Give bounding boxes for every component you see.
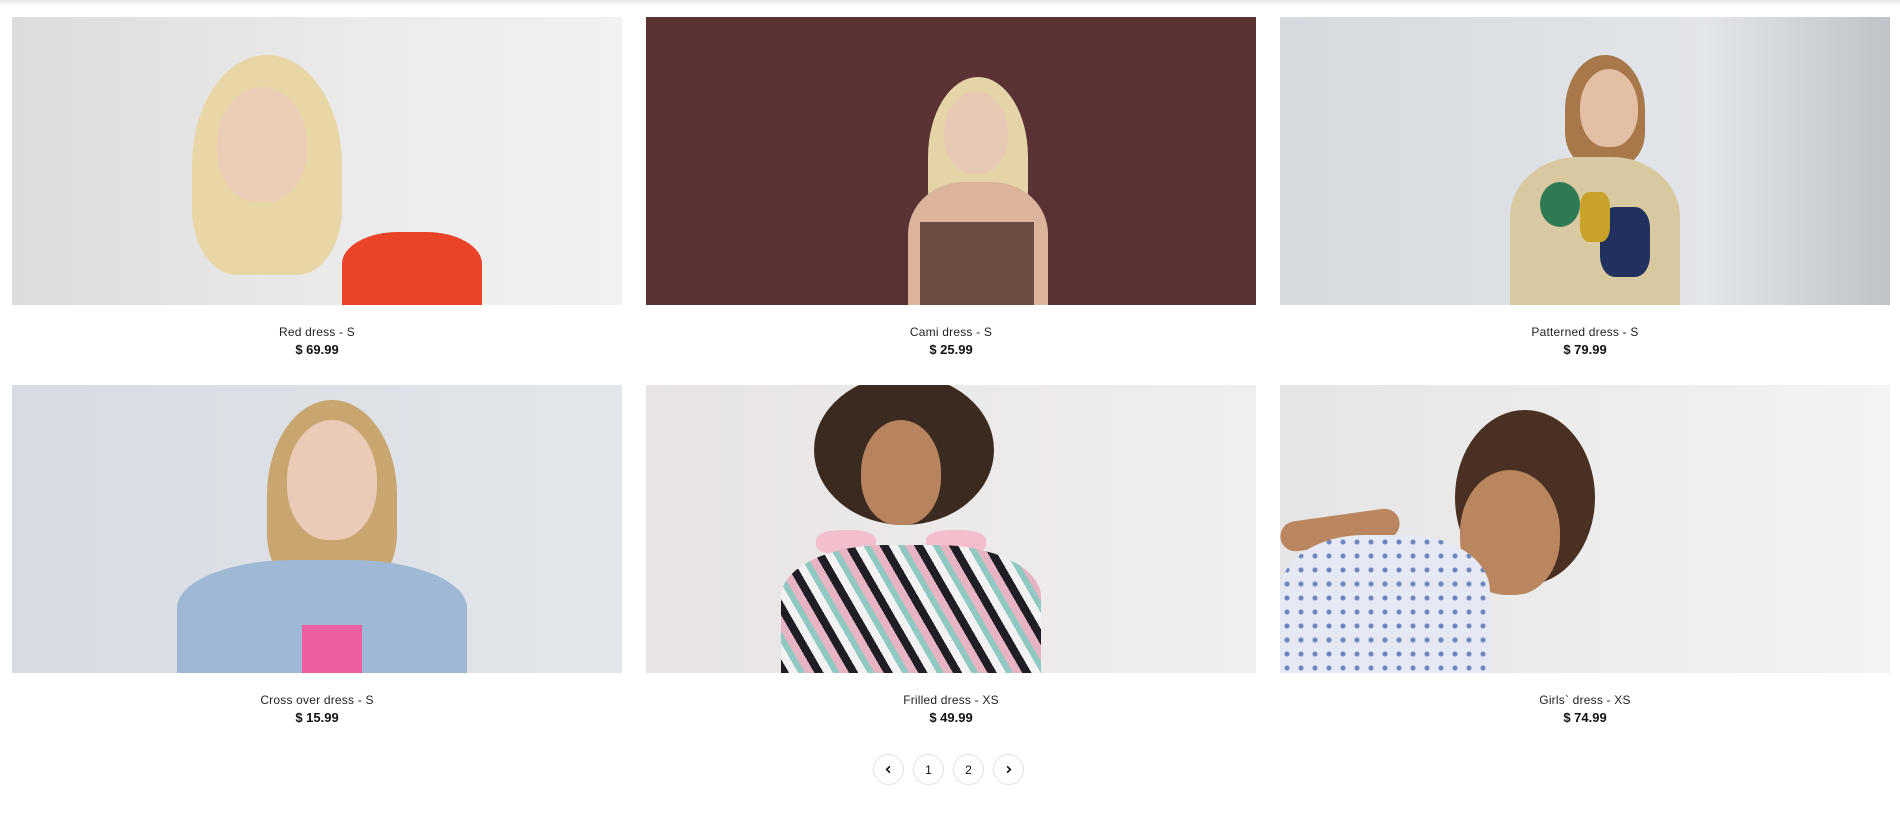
face-shape — [287, 420, 377, 540]
product-grid: Red dress - S $ 69.99 Cami dress - S $ 2… — [12, 17, 1890, 753]
face-shape — [217, 87, 307, 202]
product-price: $ 15.99 — [295, 710, 339, 725]
pagination: 1 2 — [873, 754, 1024, 785]
product-image[interactable] — [12, 17, 622, 305]
product-price: $ 74.99 — [1563, 710, 1607, 725]
product-name[interactable]: Red dress - S — [12, 324, 622, 340]
product-name[interactable]: Cross over dress - S — [12, 692, 622, 708]
dress-shape — [1280, 535, 1490, 673]
prev-page-button[interactable] — [873, 754, 904, 785]
product-card[interactable]: Cami dress - S $ 25.99 — [646, 17, 1256, 385]
top-shape — [302, 625, 362, 673]
product-price: $ 49.99 — [929, 710, 973, 725]
product-image[interactable] — [12, 385, 622, 673]
product-image[interactable] — [646, 385, 1256, 673]
page-button-1[interactable]: 1 — [913, 754, 944, 785]
product-image[interactable] — [1280, 385, 1890, 673]
product-price: $ 25.99 — [929, 342, 973, 357]
product-price: $ 69.99 — [295, 342, 339, 357]
product-name[interactable]: Girls` dress - XS — [1280, 692, 1890, 708]
chevron-right-icon — [1006, 765, 1012, 774]
dress-shape — [781, 545, 1041, 673]
face-shape — [944, 92, 1008, 174]
product-price: $ 79.99 — [1563, 342, 1607, 357]
dress-shape — [920, 222, 1034, 305]
product-card[interactable]: Frilled dress - XS $ 49.99 — [646, 385, 1256, 753]
product-card[interactable]: Patterned dress - S $ 79.99 — [1280, 17, 1890, 385]
product-name[interactable]: Patterned dress - S — [1280, 324, 1890, 340]
pattern-shape — [1580, 192, 1610, 242]
product-name[interactable]: Frilled dress - XS — [646, 692, 1256, 708]
pattern-shape — [1540, 182, 1580, 227]
dress-shape — [342, 232, 482, 305]
product-image[interactable] — [646, 17, 1256, 305]
page-button-2[interactable]: 2 — [953, 754, 984, 785]
face-shape — [1580, 69, 1638, 147]
product-card[interactable]: Red dress - S $ 69.99 — [12, 17, 622, 385]
chevron-left-icon — [885, 765, 891, 774]
face-shape — [861, 420, 941, 525]
product-card[interactable]: Cross over dress - S $ 15.99 — [12, 385, 622, 753]
next-page-button[interactable] — [993, 754, 1024, 785]
product-card[interactable]: Girls` dress - XS $ 74.99 — [1280, 385, 1890, 753]
product-name[interactable]: Cami dress - S — [646, 324, 1256, 340]
header-shadow — [0, 0, 1900, 6]
product-image[interactable] — [1280, 17, 1890, 305]
